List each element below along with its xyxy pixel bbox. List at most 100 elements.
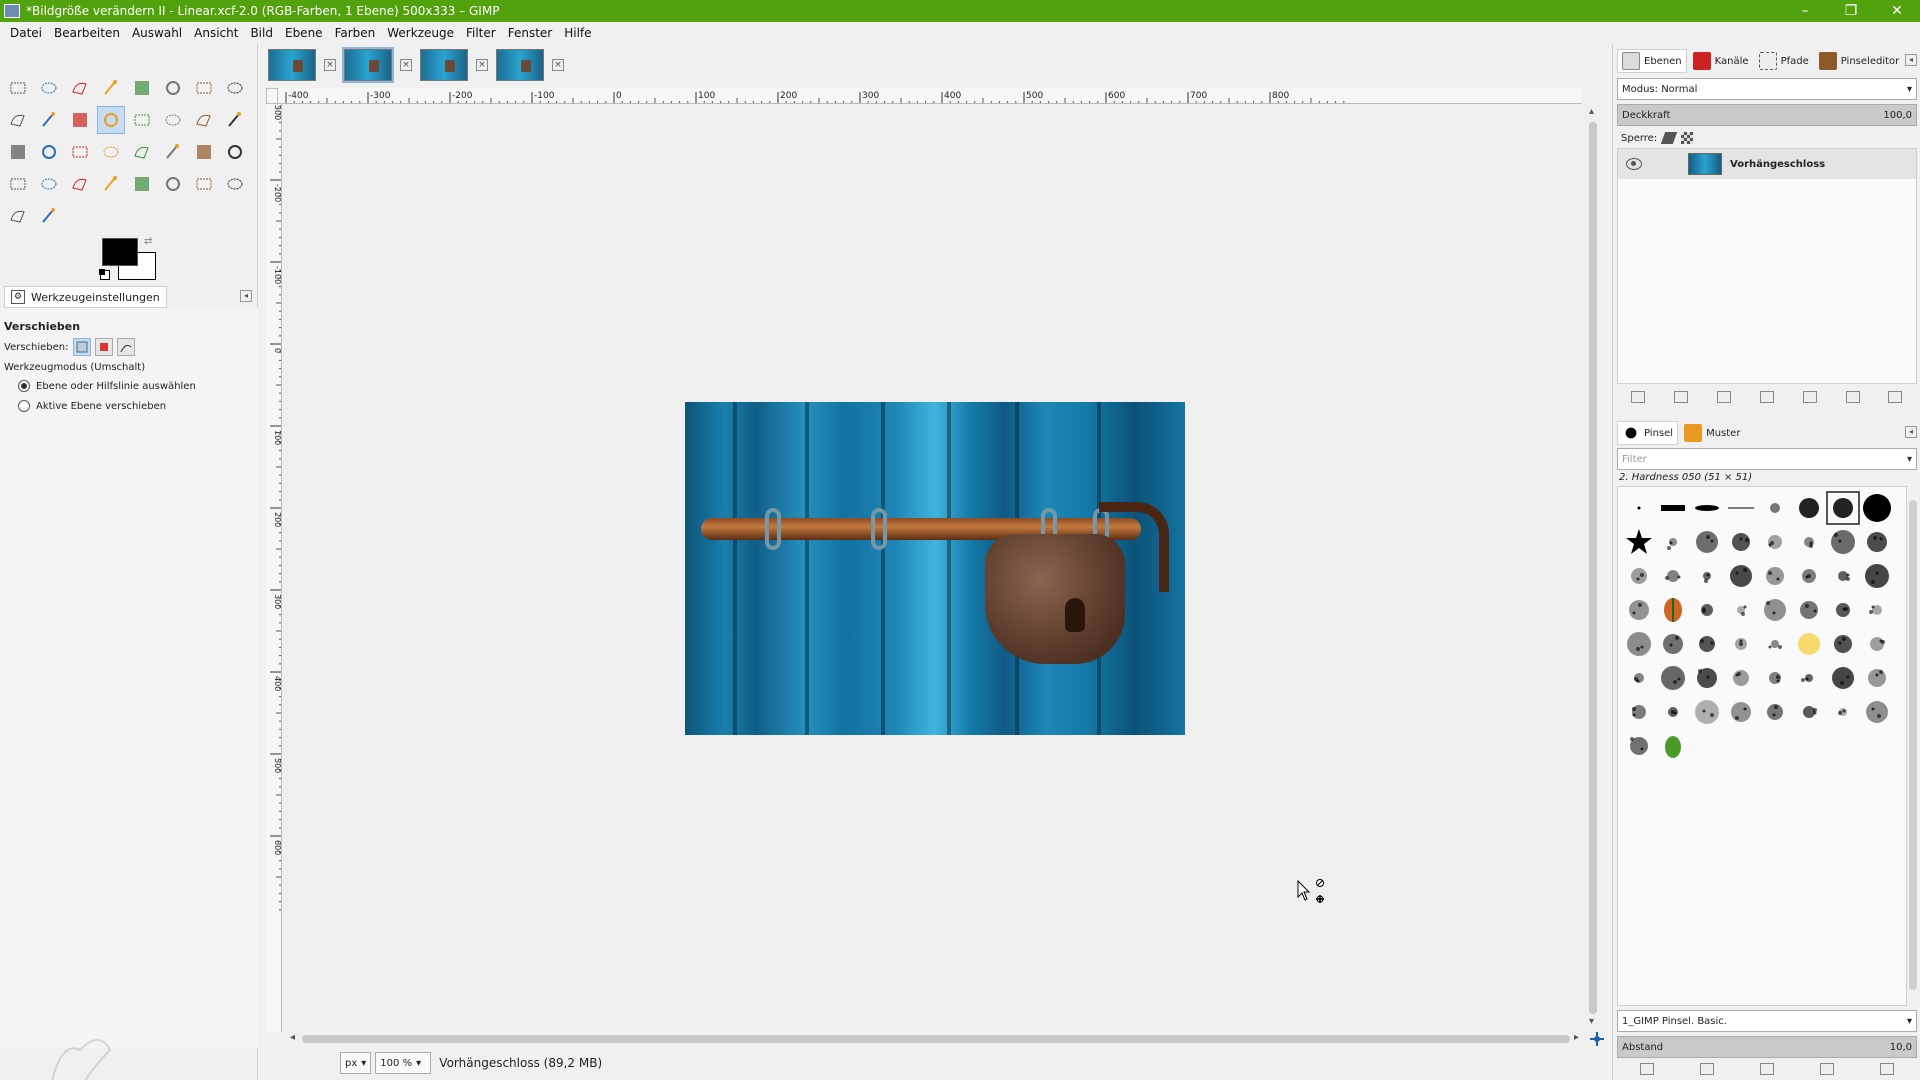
tool-gradient-icon[interactable] [190, 138, 218, 166]
reset-colors-icon[interactable] [99, 269, 110, 280]
unit-select[interactable]: px ▾ [340, 1052, 372, 1074]
tool-options-tab[interactable]: ⚙ Werkzeugeinstellungen [4, 286, 167, 308]
tool-mypaint-brush-icon[interactable] [35, 202, 63, 230]
brush-preset[interactable] [1758, 559, 1792, 593]
brush-grid[interactable] [1617, 486, 1907, 1006]
brush-preset[interactable] [1622, 559, 1656, 593]
opacity-spinner[interactable]: Deckkraft 100,0 [1617, 104, 1917, 126]
navigate-icon[interactable] [1590, 1032, 1604, 1046]
brush-preset[interactable] [1622, 525, 1656, 559]
anchor-layer-icon[interactable] [1845, 391, 1860, 403]
brush-preset[interactable] [1690, 593, 1724, 627]
tool-align-icon[interactable] [128, 106, 156, 134]
vertical-ruler[interactable]: -300 -200 -100 0 100 200 300 400 500 600 [266, 104, 282, 1032]
brush-preset[interactable] [1656, 491, 1690, 525]
brush-preset[interactable] [1826, 593, 1860, 627]
tab-pfade[interactable]: Pfade [1755, 50, 1813, 72]
brush-preset[interactable] [1656, 593, 1690, 627]
tool-ink-icon[interactable] [97, 170, 125, 198]
tool-zoom-icon[interactable] [35, 106, 63, 134]
brush-preset[interactable] [1724, 695, 1758, 729]
brush-preset[interactable] [1724, 593, 1758, 627]
panel-menu-arrow-icon[interactable]: ◂ [240, 290, 252, 302]
brush-preset[interactable] [1792, 559, 1826, 593]
brush-preset[interactable] [1758, 593, 1792, 627]
tool-move-icon[interactable] [97, 106, 125, 134]
image-tab-thumbnail[interactable] [342, 47, 394, 83]
brush-scroll-thumb[interactable] [1909, 500, 1917, 990]
edit-brush-icon[interactable] [1640, 1063, 1654, 1075]
brush-preset[interactable] [1792, 661, 1826, 695]
minimize-button[interactable]: – [1782, 0, 1828, 22]
tool-pencil-icon[interactable] [221, 138, 249, 166]
brush-preset[interactable] [1792, 593, 1826, 627]
brush-filter-input[interactable]: Filter ▾ [1617, 448, 1917, 470]
duplicate-layer-icon[interactable] [1802, 391, 1817, 403]
brush-preset[interactable] [1690, 491, 1724, 525]
scroll-down-icon[interactable]: ▾ [1589, 1016, 1594, 1027]
brush-preset[interactable] [1758, 491, 1792, 525]
brush-preset[interactable] [1690, 559, 1724, 593]
restore-button[interactable]: ❐ [1828, 0, 1874, 22]
visibility-eye-icon[interactable] [1626, 158, 1642, 170]
brush-preset[interactable] [1860, 627, 1894, 661]
close-tab-icon[interactable]: × [324, 59, 336, 71]
lock-pixels-icon[interactable] [1661, 132, 1678, 144]
horizontal-scroll-thumb[interactable] [302, 1035, 1570, 1043]
new-layer-group-icon[interactable] [1674, 391, 1689, 403]
menu-hilfe[interactable]: Hilfe [558, 26, 597, 40]
tab-pinseleditor[interactable]: Pinseleditor [1815, 50, 1904, 72]
layer-row[interactable]: Vorhängeschloss [1618, 149, 1916, 179]
brush-preset[interactable] [1690, 525, 1724, 559]
menu-bild[interactable]: Bild [244, 26, 279, 40]
new-layer-icon[interactable] [1631, 391, 1646, 403]
tool-bucket-fill-icon[interactable] [159, 138, 187, 166]
brush-preset[interactable] [1758, 627, 1792, 661]
tool-rect-select-icon[interactable] [4, 74, 32, 102]
radio-move-active-layer-dot[interactable] [18, 400, 30, 412]
vertical-scrollbar[interactable]: ▴ ▾ [1586, 104, 1600, 1032]
delete-layer-icon[interactable] [1888, 391, 1903, 403]
move-selection-icon[interactable] [94, 338, 113, 356]
vertical-scroll-thumb[interactable] [1589, 122, 1597, 1014]
brush-preset[interactable] [1826, 491, 1860, 525]
menu-farben[interactable]: Farben [329, 26, 382, 40]
brush-preset[interactable] [1656, 695, 1690, 729]
new-brush-icon[interactable] [1700, 1063, 1714, 1075]
image-tab-thumbnail[interactable] [496, 49, 544, 81]
image-tab[interactable]: × [268, 49, 336, 81]
tool-transform-icon[interactable] [159, 106, 187, 134]
brush-preset[interactable] [1792, 525, 1826, 559]
brush-preset[interactable] [1656, 729, 1690, 763]
horizontal-scrollbar[interactable]: ◂ ▸ [288, 1032, 1586, 1046]
brush-preset[interactable] [1690, 695, 1724, 729]
tool-crop-icon[interactable] [221, 106, 249, 134]
tool-foreground-select-icon[interactable] [190, 74, 218, 102]
brush-preset[interactable] [1656, 627, 1690, 661]
brush-preset[interactable] [1758, 695, 1792, 729]
image-tab[interactable]: × [496, 49, 564, 81]
brush-preset[interactable] [1860, 559, 1894, 593]
menu-ebene[interactable]: Ebene [279, 26, 329, 40]
tool-fuzzy-select-icon[interactable] [97, 74, 125, 102]
brush-preset[interactable] [1826, 559, 1860, 593]
image-tab-thumbnail[interactable] [268, 49, 316, 81]
close-button[interactable]: ✕ [1874, 0, 1920, 22]
delete-brush-icon[interactable] [1820, 1063, 1834, 1075]
brush-preset[interactable] [1724, 491, 1758, 525]
spacing-spinner[interactable]: Abstand 10,0 [1617, 1036, 1917, 1058]
swap-colors-icon[interactable]: ⇄ [144, 236, 152, 247]
brush-preset[interactable] [1758, 525, 1792, 559]
tool-perspective-clone-icon[interactable] [190, 170, 218, 198]
image-canvas[interactable] [283, 104, 1583, 1032]
menu-datei[interactable]: Datei [4, 26, 48, 40]
padlock-image[interactable] [685, 402, 1185, 735]
move-layer-icon[interactable] [72, 338, 91, 356]
tool-eraser-icon[interactable] [35, 170, 63, 198]
scroll-right-icon[interactable]: ▸ [1574, 1032, 1579, 1043]
brush-scrollbar[interactable] [1907, 486, 1919, 1006]
menu-auswahl[interactable]: Auswahl [126, 26, 188, 40]
brush-preset[interactable] [1656, 525, 1690, 559]
brush-preset[interactable] [1622, 695, 1656, 729]
lock-alpha-icon[interactable] [1681, 132, 1694, 144]
